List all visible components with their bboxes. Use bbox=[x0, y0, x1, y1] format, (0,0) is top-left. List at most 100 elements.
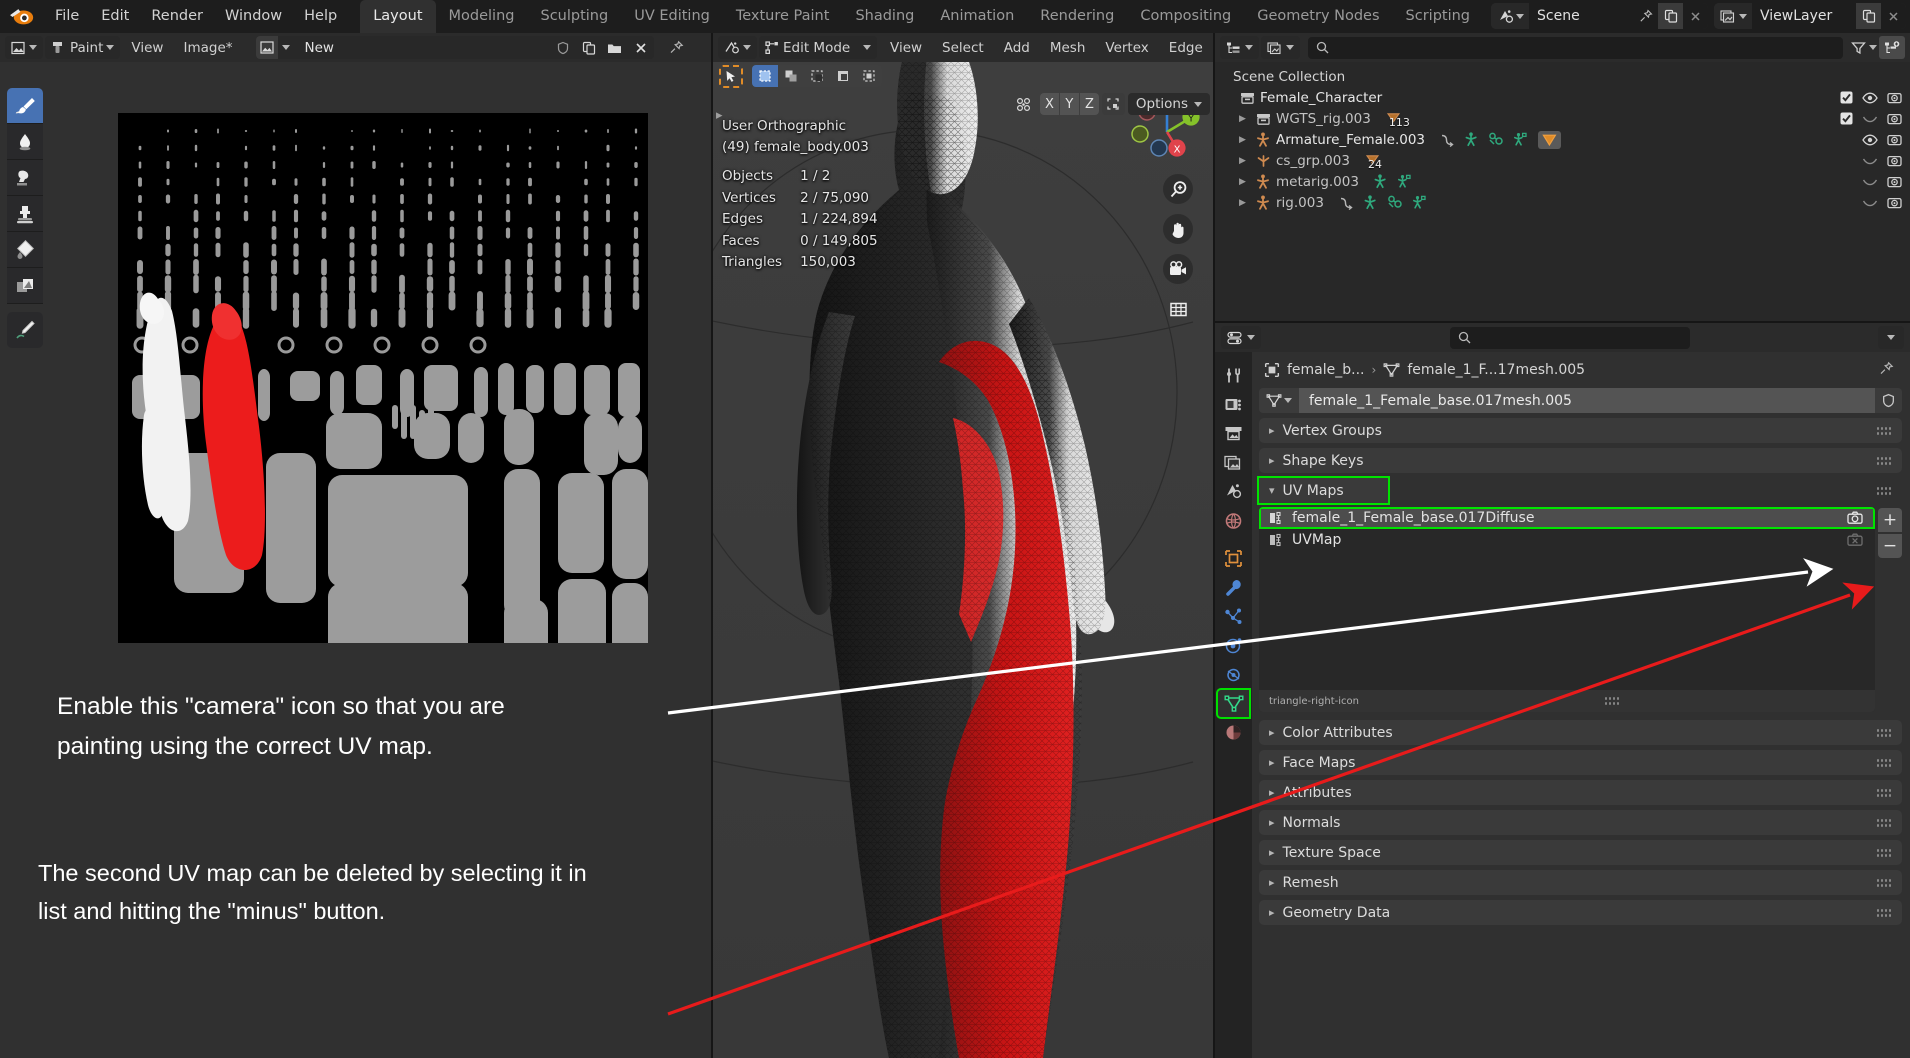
interaction-mode-selector[interactable]: Edit Mode bbox=[759, 36, 877, 59]
breadcrumb-data[interactable]: female_1_F...17mesh.005 bbox=[1407, 362, 1585, 378]
mesh-data-count[interactable]: 113 bbox=[1385, 111, 1410, 129]
axis-lock-y[interactable]: Y bbox=[1059, 93, 1079, 115]
uv-map-active-render-toggle-diffuse[interactable] bbox=[1843, 511, 1867, 525]
mask-tool[interactable] bbox=[7, 268, 43, 304]
menu-help[interactable]: Help bbox=[293, 5, 348, 28]
modifier-icon[interactable] bbox=[1387, 195, 1403, 210]
panel-remesh[interactable]: ▸ Remesh bbox=[1259, 870, 1902, 895]
axis-lock-z[interactable]: Z bbox=[1079, 93, 1099, 115]
clone-tool[interactable] bbox=[7, 196, 43, 232]
pose-icon[interactable] bbox=[1464, 132, 1479, 147]
properties-tab-object-data[interactable] bbox=[1216, 688, 1251, 719]
panel-face-maps[interactable]: ▸ Face Maps bbox=[1259, 750, 1902, 775]
viewport-3d-canvas[interactable]: User Orthographic (49) female_body.003 O… bbox=[713, 62, 1215, 1058]
new-scene-button[interactable] bbox=[1658, 3, 1683, 29]
properties-tab-physics[interactable] bbox=[1217, 631, 1250, 660]
workspace-tab-layout[interactable]: Layout bbox=[360, 0, 436, 33]
properties-options-button[interactable] bbox=[1878, 326, 1904, 349]
browse-image-button[interactable] bbox=[255, 36, 278, 59]
properties-editor-type-selector[interactable] bbox=[1221, 326, 1261, 349]
eye-closed-icon[interactable] bbox=[1862, 198, 1878, 208]
render-visibility-icon[interactable] bbox=[1887, 196, 1902, 210]
draw-brush-tool[interactable] bbox=[7, 88, 43, 124]
browse-viewlayer-button[interactable] bbox=[1714, 3, 1752, 29]
pin-image-button[interactable] bbox=[664, 36, 690, 59]
workspace-tab-geometry-nodes[interactable]: Geometry Nodes bbox=[1244, 0, 1392, 33]
checkbox-checked-icon[interactable] bbox=[1840, 112, 1853, 125]
uv-map-remove-button[interactable]: − bbox=[1878, 534, 1902, 558]
panel-uv-maps[interactable]: ▾ UV Maps bbox=[1257, 476, 1390, 505]
mesh-fake-user-button[interactable] bbox=[1875, 388, 1902, 413]
workspace-tab-rendering[interactable]: Rendering bbox=[1027, 0, 1127, 33]
viewport-menu-view[interactable]: View bbox=[881, 37, 931, 59]
menu-render[interactable]: Render bbox=[140, 5, 214, 28]
panel-color-attributes[interactable]: ▸ Color Attributes bbox=[1259, 720, 1902, 745]
render-visibility-icon[interactable] bbox=[1887, 112, 1902, 126]
uv-map-row-diffuse[interactable]: female_1_Female_base.017Diffuse bbox=[1259, 507, 1875, 529]
mesh-data-count[interactable]: 24 bbox=[1364, 153, 1382, 171]
outliner-row[interactable]: Female_Character bbox=[1215, 87, 1910, 108]
render-visibility-icon[interactable] bbox=[1887, 175, 1902, 189]
workspace-tab-shading[interactable]: Shading bbox=[842, 0, 927, 33]
viewport-sidebar-toggle[interactable]: ▸ bbox=[716, 108, 723, 123]
expand-triangle-icon[interactable]: ▶ bbox=[1239, 198, 1253, 208]
outliner-display-mode-selector[interactable] bbox=[1220, 36, 1259, 59]
outliner-row[interactable]: ▶ Armature_Female.003 bbox=[1215, 129, 1910, 150]
blender-logo-icon[interactable] bbox=[8, 5, 38, 29]
select-extend-button[interactable] bbox=[830, 65, 856, 87]
viewlayer-name[interactable]: ViewLayer bbox=[1752, 3, 1856, 29]
menu-file[interactable]: File bbox=[44, 5, 90, 28]
workspace-tab-modeling[interactable]: Modeling bbox=[436, 0, 528, 33]
menu-edit[interactable]: Edit bbox=[90, 5, 140, 28]
select-circle-button[interactable] bbox=[778, 65, 804, 87]
viewport-menu-select[interactable]: Select bbox=[933, 37, 993, 59]
scene-name[interactable]: Scene bbox=[1529, 3, 1633, 29]
open-image-button[interactable] bbox=[602, 36, 628, 59]
image-name-field[interactable]: New bbox=[295, 36, 550, 59]
delete-scene-button[interactable] bbox=[1683, 3, 1708, 29]
uv-map-add-button[interactable]: + bbox=[1878, 508, 1902, 532]
uv-texture-image[interactable] bbox=[118, 113, 648, 643]
uv-maps-list-footer[interactable]: triangle-right-icon bbox=[1259, 690, 1875, 712]
editor-type-selector[interactable] bbox=[5, 36, 43, 59]
modifier-icon[interactable] bbox=[1488, 132, 1504, 147]
area-separator-1[interactable] bbox=[711, 33, 713, 1058]
unlink-image-button[interactable] bbox=[628, 36, 654, 59]
toggle-ortho-button[interactable] bbox=[1163, 294, 1193, 324]
new-image-button[interactable] bbox=[576, 36, 602, 59]
panel-shape-keys[interactable]: ▸ Shape Keys bbox=[1259, 448, 1902, 473]
viewport-menu-edge[interactable]: Edge bbox=[1160, 37, 1212, 59]
child-link-icon[interactable] bbox=[1439, 133, 1455, 147]
pose-icon[interactable] bbox=[1373, 174, 1388, 189]
browse-scene-button[interactable] bbox=[1491, 3, 1529, 29]
properties-tab-output[interactable] bbox=[1217, 419, 1250, 448]
image-menu-view[interactable]: View bbox=[122, 37, 172, 59]
panel-vertex-groups[interactable]: ▸ Vertex Groups bbox=[1259, 418, 1902, 443]
eye-closed-icon[interactable] bbox=[1862, 114, 1878, 124]
select-lasso-button[interactable] bbox=[804, 65, 830, 87]
snap-button[interactable] bbox=[1101, 93, 1125, 115]
proportional-editing-button[interactable] bbox=[1011, 93, 1037, 115]
select-box-button[interactable] bbox=[752, 65, 778, 87]
uv-list-resize-grip[interactable] bbox=[1604, 696, 1620, 706]
workspace-tab-animation[interactable]: Animation bbox=[927, 0, 1027, 33]
armature-data-icon[interactable] bbox=[1412, 195, 1428, 210]
properties-tab-scene[interactable] bbox=[1217, 477, 1250, 506]
area-separator-2[interactable] bbox=[1213, 33, 1215, 1058]
viewport-options-button[interactable]: Options bbox=[1127, 93, 1210, 115]
checkbox-checked-icon[interactable] bbox=[1840, 91, 1853, 104]
pose-icon[interactable] bbox=[1363, 195, 1378, 210]
properties-tab-object[interactable] bbox=[1217, 544, 1250, 573]
armature-data-icon[interactable] bbox=[1397, 174, 1413, 189]
tweak-tool-button[interactable] bbox=[719, 64, 743, 88]
pan-button[interactable] bbox=[1163, 214, 1193, 244]
camera-view-button[interactable] bbox=[1163, 254, 1193, 284]
browse-image-caret[interactable] bbox=[278, 36, 295, 59]
panel-normals[interactable]: ▸ Normals bbox=[1259, 810, 1902, 835]
armature-data-icon[interactable] bbox=[1513, 132, 1529, 147]
viewport-menu-mesh[interactable]: Mesh bbox=[1041, 37, 1095, 59]
properties-tab-view-layer[interactable] bbox=[1217, 448, 1250, 477]
pin-scene-button[interactable] bbox=[1633, 3, 1658, 29]
render-visibility-icon[interactable] bbox=[1887, 91, 1902, 105]
outliner-filter-id-selector[interactable] bbox=[1261, 36, 1300, 59]
